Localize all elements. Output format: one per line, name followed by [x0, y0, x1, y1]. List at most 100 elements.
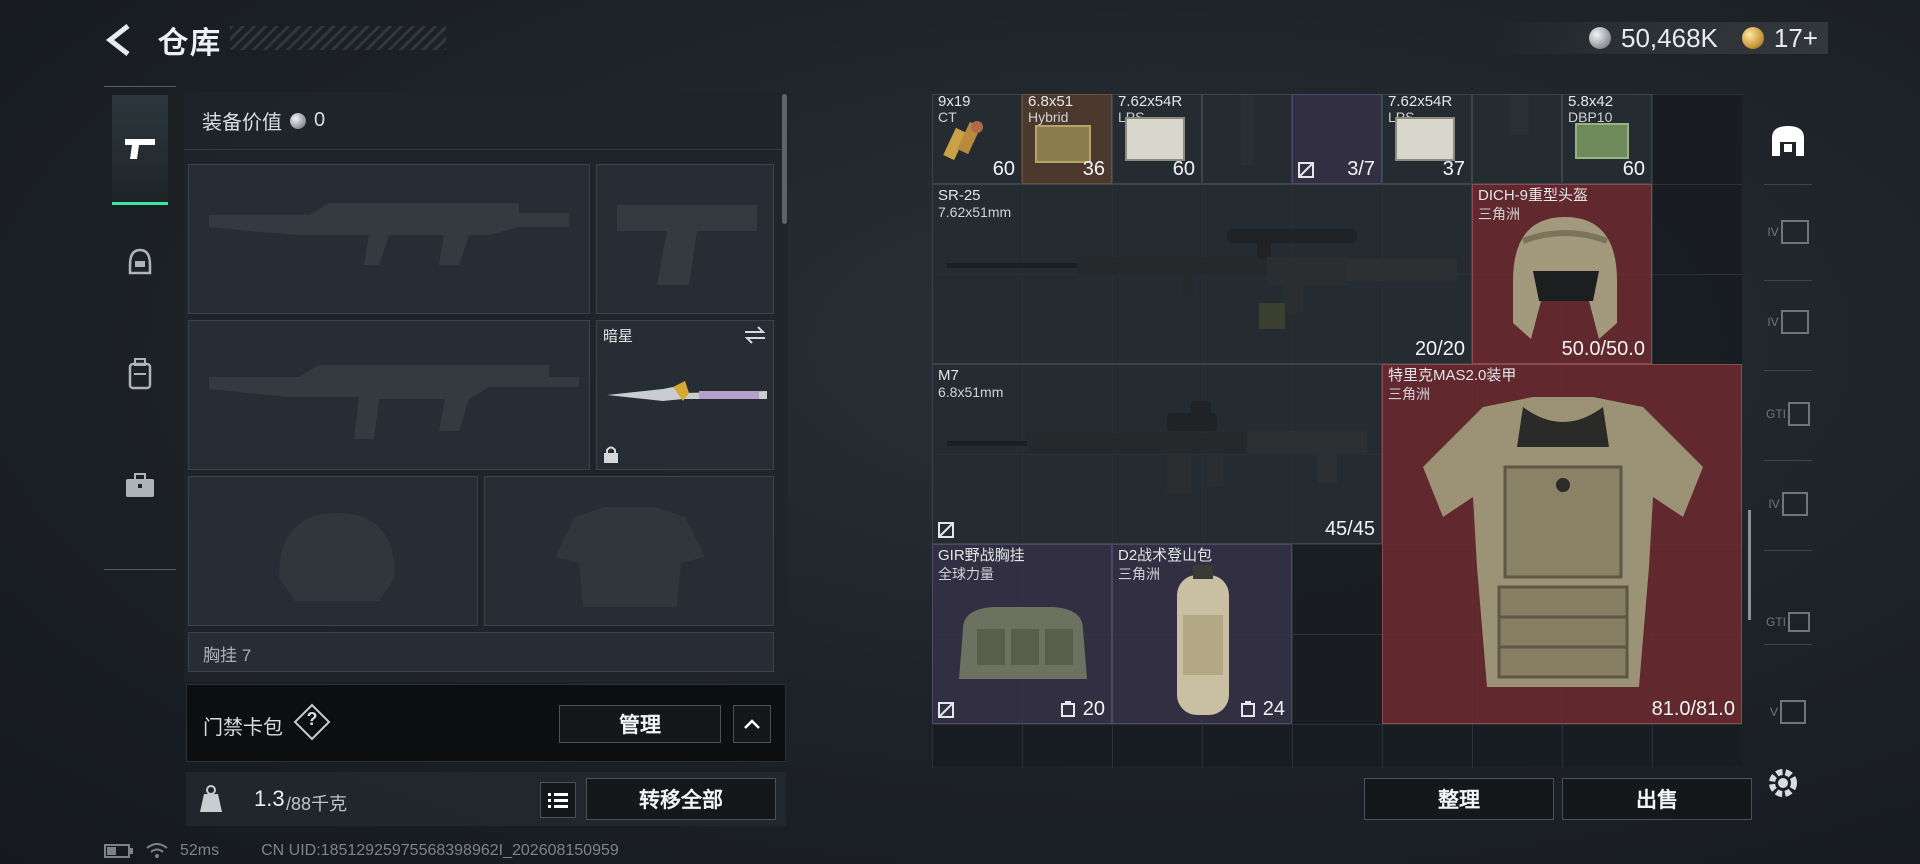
- tab-backpack[interactable]: [112, 319, 168, 429]
- primary-weapon-slot-2[interactable]: [188, 320, 590, 470]
- sell-button[interactable]: 出售: [1562, 778, 1752, 820]
- ammo-box-icon: [1575, 123, 1629, 159]
- briefcase-icon: [126, 473, 154, 497]
- safe-icon: [1780, 700, 1806, 724]
- backpack-icon: [128, 358, 152, 390]
- silver-coin-icon: [290, 112, 306, 129]
- item-name: 9x19: [938, 94, 971, 110]
- list-view-button[interactable]: [540, 782, 576, 818]
- rifle-silhouette-icon: [209, 365, 579, 439]
- expand-up-button[interactable]: [733, 705, 771, 743]
- storage-tab-4[interactable]: IV: [1766, 482, 1810, 526]
- sort-button[interactable]: 整理: [1364, 778, 1554, 820]
- inventory-item-ammo-4[interactable]: 7.62x54R LPS 37: [1382, 94, 1472, 184]
- inventory-item-ammo-1[interactable]: 9x19 CT 60: [932, 94, 1022, 184]
- pistol-icon: [125, 138, 155, 159]
- rifle-silhouette-icon: [209, 203, 569, 265]
- armor-slot[interactable]: [484, 476, 774, 626]
- inventory-item-m7[interactable]: M7 6.8x51mm 45/45: [932, 364, 1382, 544]
- no-trade-icon: [938, 522, 954, 538]
- item-count: 81.0/81.0: [1651, 698, 1735, 720]
- currency-bar: 50,468K 17+: [1490, 22, 1828, 54]
- case-icon: [1788, 612, 1810, 632]
- back-arrow-icon[interactable]: [100, 20, 140, 60]
- inventory-item-armor[interactable]: 特里克MAS2.0装甲 三角洲 81.0/81.0: [1382, 364, 1742, 724]
- inventory-item-rail[interactable]: [1202, 94, 1292, 184]
- gold-currency-value[interactable]: 17+: [1774, 23, 1818, 54]
- inventory-item-chest-rig[interactable]: GIR野战胸挂 全球力量 20: [932, 544, 1112, 724]
- rail-label: GTI: [1766, 615, 1786, 629]
- heavy-helmet-icon: [1513, 217, 1617, 339]
- equipment-scrollbar[interactable]: [782, 94, 787, 224]
- inventory-item-ammo-3[interactable]: 7.62x54R LPS 60: [1112, 94, 1202, 184]
- weight-max: /88千克: [286, 794, 348, 814]
- melee-slot[interactable]: 暗星: [596, 320, 774, 470]
- sidearm-slot[interactable]: [596, 164, 774, 314]
- storage-tab-1[interactable]: IV: [1766, 210, 1810, 254]
- gear-icon[interactable]: [1766, 766, 1800, 800]
- weight-bar: 1.3 /88千克 转移全部: [186, 772, 786, 826]
- body-armor-icon: [1423, 397, 1703, 687]
- helmet-slot[interactable]: [188, 476, 478, 626]
- item-sub: Hybrid: [1028, 109, 1069, 125]
- item-name: GIR野战胸挂: [938, 547, 1025, 564]
- silver-currency-value: 50,468K: [1621, 22, 1718, 53]
- capacity-icon: [1061, 701, 1075, 717]
- ping-value: 52ms: [180, 842, 220, 859]
- inventory-item-ammo-5[interactable]: 5.8x42 DBP10 60: [1562, 94, 1652, 184]
- pistol-silhouette-icon: [617, 205, 757, 285]
- item-name: DICH-9重型头盔: [1478, 187, 1589, 204]
- gun-part-icon: [1509, 95, 1529, 135]
- folder-icon: [1780, 310, 1809, 334]
- swap-icon[interactable]: [743, 325, 767, 345]
- help-mark: ?: [306, 709, 318, 729]
- inventory-item-part[interactable]: [1472, 94, 1562, 184]
- tab-case[interactable]: [112, 431, 168, 541]
- folder-icon: [1780, 220, 1809, 244]
- list-icon: [548, 793, 568, 808]
- item-count: 20/20: [1414, 338, 1465, 360]
- backpack-bag-icon: [1177, 565, 1229, 715]
- item-count: 36: [1082, 158, 1105, 180]
- access-card-label: 门禁卡包: [203, 717, 283, 739]
- inventory-item-sr25[interactable]: SR-25 7.62x51mm 20/20: [932, 184, 1472, 364]
- tab-helmet[interactable]: [112, 207, 168, 317]
- assault-rifle-icon: [947, 401, 1367, 493]
- inventory-scrollbar[interactable]: [1748, 510, 1751, 620]
- rail-label: GTI: [1766, 407, 1786, 421]
- inventory-item-magazine[interactable]: 3/7: [1292, 94, 1382, 184]
- item-sub: 三角洲: [1118, 566, 1160, 582]
- helmet-silhouette-icon: [279, 513, 395, 601]
- manage-button[interactable]: 管理: [559, 705, 721, 743]
- item-name: 5.8x42: [1568, 94, 1614, 110]
- page-title: 仓库: [158, 27, 222, 60]
- storage-tab-6[interactable]: V: [1766, 690, 1810, 734]
- storage-tab-5[interactable]: GTI: [1766, 600, 1810, 644]
- item-name: SR-25: [938, 187, 981, 204]
- primary-weapon-slot-1[interactable]: [188, 164, 590, 314]
- access-card-bar: 门禁卡包 ? 管理: [186, 684, 786, 762]
- user-uid: CN UID:18512925975568398962I_20260815095…: [261, 842, 619, 859]
- tab-weapons[interactable]: [112, 95, 168, 205]
- equipment-value-row: 装备价值 0: [184, 92, 784, 150]
- storage-tab-2[interactable]: IV: [1766, 300, 1810, 344]
- stash-tab[interactable]: [1766, 120, 1810, 164]
- item-sub: 全球力量: [938, 566, 994, 582]
- item-count: 60: [1172, 158, 1195, 180]
- inventory-item-helmet[interactable]: DICH-9重型头盔 三角洲 50.0/50.0: [1472, 184, 1652, 364]
- chest-rig-slot-partial[interactable]: 胸挂 7: [188, 632, 774, 672]
- rail-label: V: [1769, 705, 1778, 719]
- item-count: 37: [1442, 158, 1465, 180]
- melee-name: 暗星: [603, 328, 634, 345]
- transfer-all-button[interactable]: 转移全部: [586, 778, 776, 820]
- battery-icon: [104, 844, 133, 858]
- item-count: 50.0/50.0: [1561, 338, 1645, 360]
- item-count: 60: [1622, 158, 1645, 180]
- rail-label: IV: [1767, 315, 1779, 329]
- no-trade-icon: [1298, 162, 1314, 178]
- inventory-item-ammo-2[interactable]: 6.8x51 Hybrid 36: [1022, 94, 1112, 184]
- item-name: D2战术登山包: [1118, 547, 1213, 564]
- storage-tab-3[interactable]: GTI: [1766, 392, 1810, 436]
- item-name: 特里克MAS2.0装甲: [1388, 367, 1517, 384]
- inventory-item-backpack[interactable]: D2战术登山包 三角洲 24: [1112, 544, 1292, 724]
